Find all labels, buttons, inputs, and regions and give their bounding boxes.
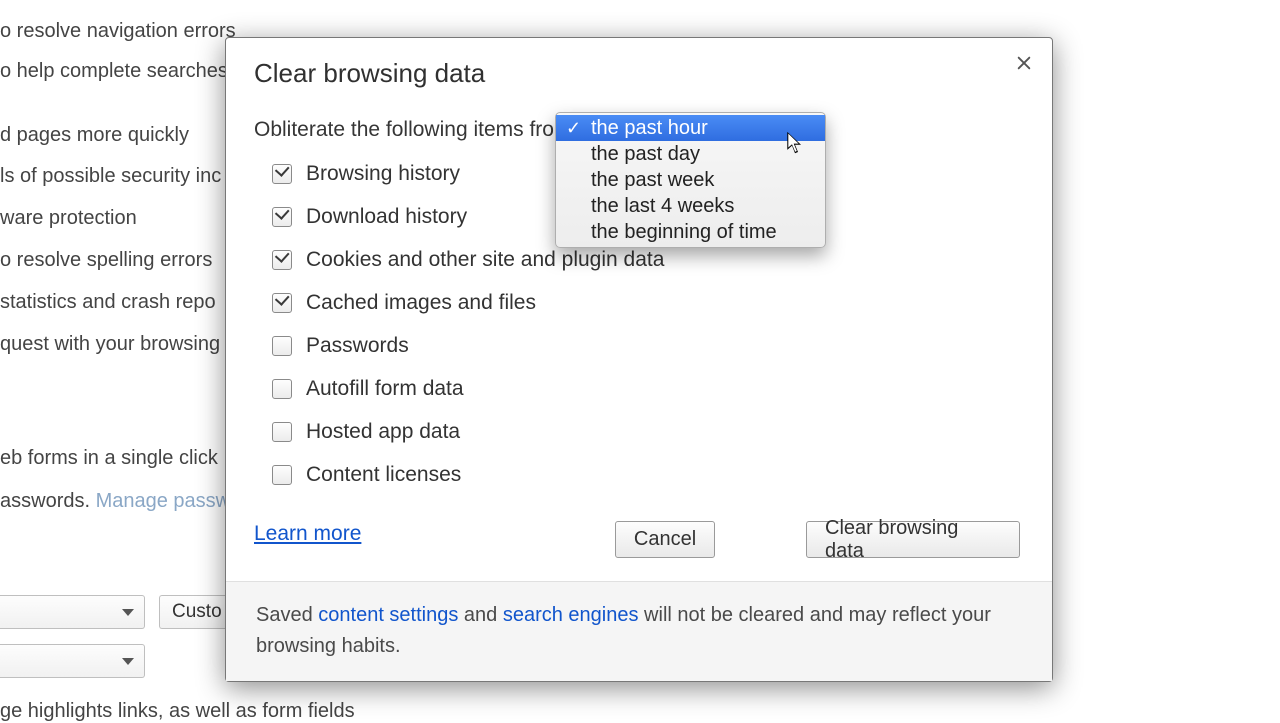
dialog-footer: Saved content settings and search engine… xyxy=(226,581,1052,681)
bg-text: statistics and crash repo xyxy=(0,291,216,314)
checkbox[interactable] xyxy=(272,250,292,270)
bg-text: o help complete searches xyxy=(0,60,228,83)
option-label: Browsing history xyxy=(306,162,460,186)
clear-browsing-data-button[interactable]: Clear browsing data xyxy=(806,521,1020,558)
option-label: Download history xyxy=(306,205,467,229)
option-row[interactable]: Cached images and files xyxy=(272,291,664,315)
option-label: Content licenses xyxy=(306,463,461,487)
chevron-down-icon xyxy=(122,658,134,665)
search-engines-link[interactable]: search engines xyxy=(503,604,639,626)
bg-text: o resolve spelling errors xyxy=(0,249,212,272)
option-label: Hosted app data xyxy=(306,420,460,444)
bg-text: eb forms in a single click xyxy=(0,447,218,470)
option-label: Cookies and other site and plugin data xyxy=(306,248,664,272)
checkbox[interactable] xyxy=(272,336,292,356)
dialog-title: Clear browsing data xyxy=(254,58,485,89)
time-range-dropdown[interactable]: the past hourthe past daythe past weekth… xyxy=(555,112,826,248)
bg-text: quest with your browsing xyxy=(0,333,220,356)
time-range-option[interactable]: the past day xyxy=(556,141,825,167)
checkbox[interactable] xyxy=(272,164,292,184)
checkbox[interactable] xyxy=(272,465,292,485)
option-row[interactable]: Passwords xyxy=(272,334,664,358)
bg-select-label: Custo xyxy=(172,601,222,623)
checkbox[interactable] xyxy=(272,379,292,399)
cancel-button[interactable]: Cancel xyxy=(615,521,715,558)
checkbox[interactable] xyxy=(272,293,292,313)
bg-select[interactable] xyxy=(0,644,145,678)
manage-passwords-link[interactable]: Manage passw xyxy=(96,490,231,512)
bg-text: asswords. Manage passw xyxy=(0,490,230,513)
option-row[interactable]: Hosted app data xyxy=(272,420,664,444)
close-icon xyxy=(1016,55,1032,71)
option-label: Autofill form data xyxy=(306,377,464,401)
chevron-down-icon xyxy=(122,609,134,616)
obliterate-prompt: Obliterate the following items from: xyxy=(254,118,577,142)
bg-text: ls of possible security inc xyxy=(0,165,221,188)
time-range-option[interactable]: the past week xyxy=(556,167,825,193)
time-range-option[interactable]: the last 4 weeks xyxy=(556,193,825,219)
bg-text: o resolve navigation errors xyxy=(0,20,236,43)
option-row[interactable]: Autofill form data xyxy=(272,377,664,401)
content-settings-link[interactable]: content settings xyxy=(318,604,458,626)
time-range-option[interactable]: the past hour xyxy=(556,115,825,141)
bg-text: ware protection xyxy=(0,207,137,230)
close-button[interactable] xyxy=(1010,50,1038,78)
learn-more-link[interactable]: Learn more xyxy=(254,522,361,546)
option-label: Cached images and files xyxy=(306,291,536,315)
option-row[interactable]: Content licenses xyxy=(272,463,664,487)
bg-select[interactable] xyxy=(0,595,145,629)
option-row[interactable]: Cookies and other site and plugin data xyxy=(272,248,664,272)
bg-text: d pages more quickly xyxy=(0,124,189,147)
time-range-option[interactable]: the beginning of time xyxy=(556,219,825,245)
checkbox[interactable] xyxy=(272,422,292,442)
checkbox[interactable] xyxy=(272,207,292,227)
option-label: Passwords xyxy=(306,334,409,358)
